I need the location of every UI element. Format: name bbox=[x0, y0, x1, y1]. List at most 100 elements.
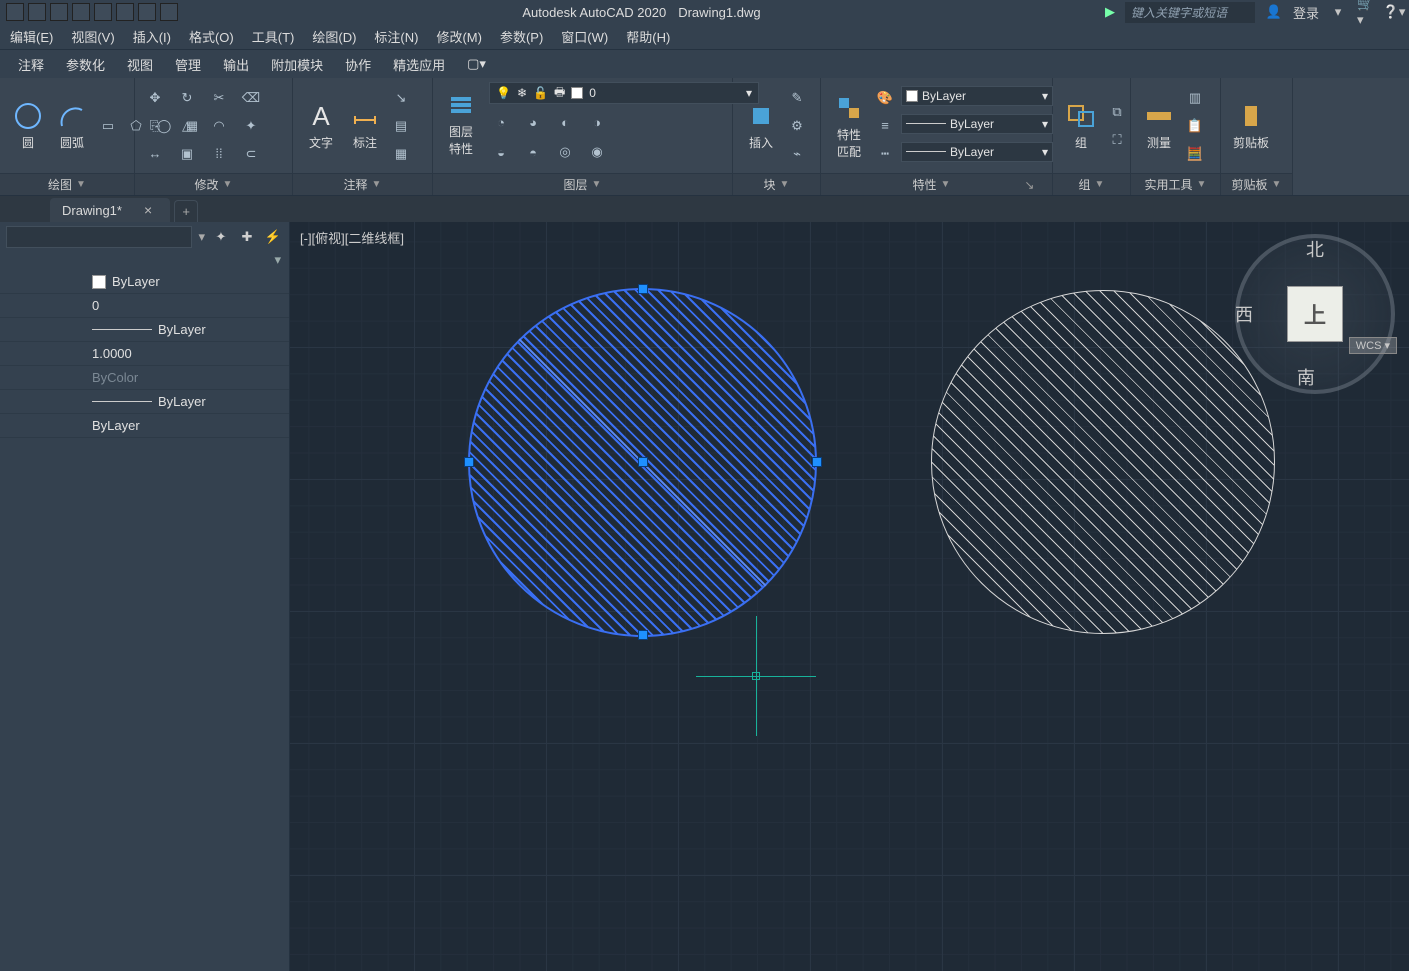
cart-icon[interactable]: 🛒▾ bbox=[1357, 3, 1375, 21]
qat-save-icon[interactable] bbox=[50, 3, 68, 21]
menu-window[interactable]: 窗口(W) bbox=[561, 27, 608, 46]
array-icon[interactable]: ⁞⁞ bbox=[207, 142, 231, 166]
selection-type-dropdown[interactable] bbox=[6, 226, 192, 248]
util-a-icon[interactable]: ▥ bbox=[1183, 86, 1207, 110]
grip-right[interactable] bbox=[812, 457, 822, 467]
prop-linetype[interactable]: ByLayer bbox=[0, 318, 289, 342]
tab-featured[interactable]: 精选应用 bbox=[383, 51, 455, 78]
grip-center[interactable] bbox=[638, 457, 648, 467]
prop-color[interactable]: ByLayer bbox=[0, 270, 289, 294]
menu-modify[interactable]: 修改(M) bbox=[436, 27, 482, 46]
qat-new-icon[interactable] bbox=[6, 3, 24, 21]
select-objects-icon[interactable]: ✚ bbox=[237, 227, 257, 247]
table-icon[interactable]: ▤ bbox=[389, 114, 413, 138]
measure-button[interactable]: 测量 bbox=[1139, 98, 1179, 153]
tab-annotate[interactable]: 注释 bbox=[8, 51, 54, 78]
grip-left[interactable] bbox=[464, 457, 474, 467]
offset-icon[interactable]: ⊂ bbox=[239, 142, 263, 166]
menu-help[interactable]: 帮助(H) bbox=[626, 27, 670, 46]
prop-layer[interactable]: 0 bbox=[0, 294, 289, 318]
layer-c-icon[interactable]: ◐ bbox=[553, 110, 577, 134]
viewcube-south[interactable]: 南 bbox=[1297, 364, 1315, 390]
layer-properties-button[interactable]: 图层 特性 bbox=[441, 87, 481, 159]
viewcube-wcs[interactable]: WCS ▾ bbox=[1349, 337, 1397, 354]
tab-parametric[interactable]: 参数化 bbox=[56, 51, 115, 78]
fillet-icon[interactable]: ◠ bbox=[207, 114, 231, 138]
menu-tools[interactable]: 工具(T) bbox=[252, 27, 295, 46]
dimension-tool[interactable]: 标注 bbox=[345, 98, 385, 153]
arc-tool[interactable]: 圆弧 bbox=[52, 98, 92, 153]
groupedit-icon[interactable]: ⛶ bbox=[1105, 128, 1129, 152]
layer-g-icon[interactable]: ◎ bbox=[553, 140, 577, 164]
erase-icon[interactable]: ⌫ bbox=[239, 86, 263, 110]
tab-output[interactable]: 输出 bbox=[213, 51, 259, 78]
rotate-icon[interactable]: ↻ bbox=[175, 86, 199, 110]
user-icon[interactable]: 👤 bbox=[1265, 3, 1283, 21]
file-tab-drawing1[interactable]: Drawing1* × bbox=[50, 198, 170, 222]
prop-plotstyle[interactable]: ByLayer bbox=[0, 414, 289, 438]
search-input[interactable]: 键入关键字或短语 bbox=[1125, 2, 1255, 23]
qat-undo-icon[interactable] bbox=[138, 3, 156, 21]
layer-d-icon[interactable]: ◑ bbox=[585, 110, 609, 134]
layer-dropdown[interactable]: 💡 ❄ 🔓 🖶 0 ▾ bbox=[489, 82, 759, 104]
color-dropdown[interactable]: ByLayer▾ bbox=[901, 86, 1053, 106]
viewcube-face[interactable]: 上 bbox=[1287, 286, 1343, 342]
ungroup-icon[interactable]: ⧉ bbox=[1105, 100, 1129, 124]
mirror-icon[interactable]: △ bbox=[175, 114, 199, 138]
drawing-canvas[interactable]: [-][俯视][二维线框] 上 北 南 西 WCS ▾ bbox=[290, 222, 1409, 971]
qat-saveas-icon[interactable] bbox=[72, 3, 90, 21]
menu-insert[interactable]: 插入(I) bbox=[133, 27, 171, 46]
quick-calc-icon[interactable]: ⚡ bbox=[263, 227, 283, 247]
linetype-icon[interactable]: ┅ bbox=[873, 142, 897, 166]
collapse-icon[interactable]: ▾ bbox=[0, 252, 289, 270]
colorwheel-icon[interactable]: 🎨 bbox=[873, 86, 897, 110]
linetype-dropdown[interactable]: ByLayer▾ bbox=[901, 142, 1053, 162]
viewcube-west[interactable]: 西 bbox=[1235, 301, 1253, 327]
login-label[interactable]: 登录 bbox=[1293, 3, 1319, 22]
util-c-icon[interactable]: 🧮 bbox=[1183, 142, 1207, 166]
tab-extra-icon[interactable]: ▢▾ bbox=[457, 52, 496, 76]
circle-tool[interactable]: 圆 bbox=[8, 98, 48, 153]
qat-open-icon[interactable] bbox=[28, 3, 46, 21]
group-button[interactable]: 组 bbox=[1061, 98, 1101, 153]
menu-format[interactable]: 格式(O) bbox=[189, 27, 234, 46]
paste-button[interactable]: 剪贴板 bbox=[1229, 98, 1273, 153]
text-tool[interactable]: A 文字 bbox=[301, 98, 341, 153]
match-properties-button[interactable]: 特性 匹配 bbox=[829, 90, 869, 162]
layer-h-icon[interactable]: ◉ bbox=[585, 140, 609, 164]
tab-addins[interactable]: 附加模块 bbox=[261, 51, 333, 78]
prop-ltscale[interactable]: 1.0000 bbox=[0, 342, 289, 366]
hatch-circle-2[interactable] bbox=[931, 290, 1275, 634]
viewcube-north[interactable]: 北 bbox=[1306, 236, 1324, 262]
qat-cloud-icon[interactable] bbox=[94, 3, 112, 21]
grip-bottom[interactable] bbox=[638, 630, 648, 640]
close-icon[interactable]: × bbox=[144, 202, 152, 218]
tab-manage[interactable]: 管理 bbox=[165, 51, 211, 78]
new-tab-button[interactable]: + bbox=[174, 200, 198, 222]
leader-icon[interactable]: ↘ bbox=[389, 86, 413, 110]
explode-icon[interactable]: ✦ bbox=[239, 114, 263, 138]
layer-f-icon[interactable]: ◓ bbox=[521, 140, 545, 164]
qat-plot-icon[interactable] bbox=[116, 3, 134, 21]
move-icon[interactable]: ✥ bbox=[143, 86, 167, 110]
layer-a-icon[interactable]: ◔ bbox=[489, 110, 513, 134]
lineweight-dropdown[interactable]: ByLayer▾ bbox=[901, 114, 1053, 134]
grip-top[interactable] bbox=[638, 284, 648, 294]
layer-e-icon[interactable]: ◒ bbox=[489, 140, 513, 164]
block-edit-icon[interactable]: ⚙ bbox=[785, 114, 809, 138]
viewcube[interactable]: 上 北 南 西 WCS ▾ bbox=[1235, 234, 1395, 394]
menu-dimension[interactable]: 标注(N) bbox=[374, 27, 418, 46]
stretch-icon[interactable]: ↔ bbox=[143, 142, 167, 166]
qat-redo-icon[interactable] bbox=[160, 3, 178, 21]
mtext-icon[interactable]: ▦ bbox=[389, 142, 413, 166]
menu-view[interactable]: 视图(V) bbox=[71, 27, 114, 46]
layer-b-icon[interactable]: ◕ bbox=[521, 110, 545, 134]
rect-icon[interactable]: ▭ bbox=[96, 114, 120, 138]
util-b-icon[interactable]: 📋 bbox=[1183, 114, 1207, 138]
scale-icon[interactable]: ▣ bbox=[175, 142, 199, 166]
menu-draw[interactable]: 绘图(D) bbox=[312, 27, 356, 46]
lineweight-icon[interactable]: ≡ bbox=[873, 114, 897, 138]
help-icon[interactable]: ❔▾ bbox=[1385, 3, 1403, 21]
exchange-icon[interactable]: ▾ bbox=[1329, 3, 1347, 21]
tab-view[interactable]: 视图 bbox=[117, 51, 163, 78]
